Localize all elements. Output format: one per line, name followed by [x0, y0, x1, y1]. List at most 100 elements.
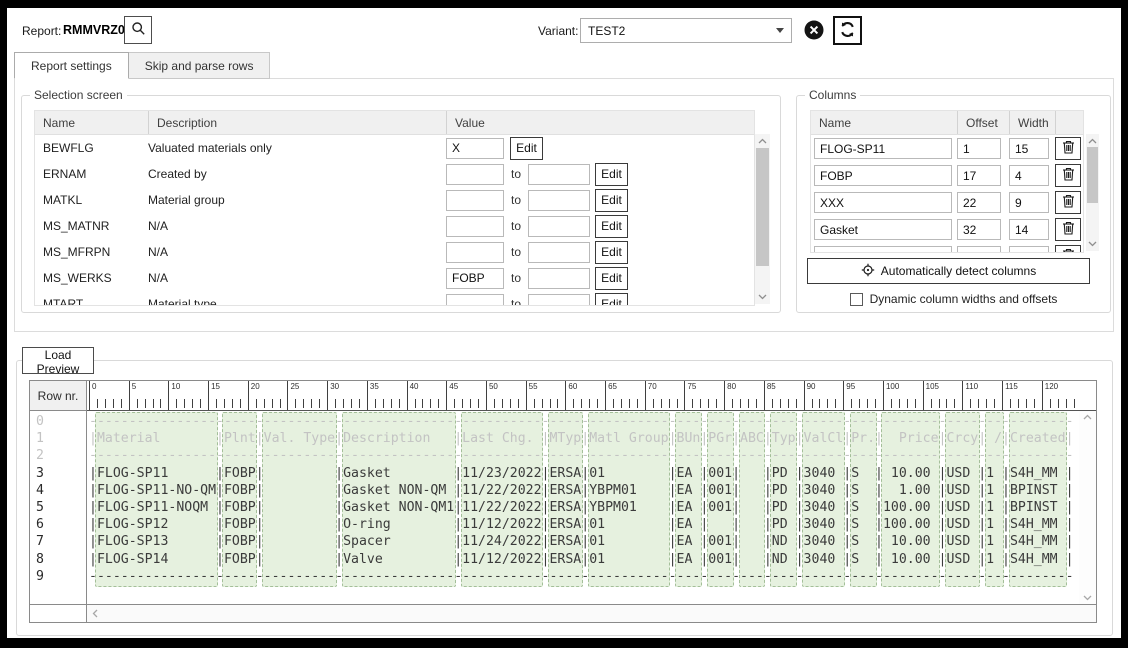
ruler-tick	[669, 399, 670, 408]
value-from-input[interactable]	[446, 268, 504, 289]
scroll-up-icon[interactable]	[1086, 135, 1099, 147]
ruler-tick	[264, 399, 265, 408]
column-offset-input[interactable]	[957, 165, 1001, 186]
ruler-tick	[1010, 399, 1011, 408]
dynamic-widths-checkbox[interactable]	[850, 293, 863, 306]
value-from-input[interactable]	[446, 190, 504, 211]
ruler-label: 70	[648, 382, 657, 391]
ruler-tick	[319, 399, 320, 408]
delete-column-button[interactable]	[1055, 191, 1081, 214]
ruler-tick	[542, 399, 543, 408]
value-from-input[interactable]	[446, 164, 504, 185]
edit-button[interactable]: Edit	[595, 215, 628, 238]
report-search-button[interactable]	[124, 16, 152, 44]
column-offset-input[interactable]	[957, 219, 1001, 240]
ruler-tick	[629, 399, 630, 408]
ruler-label: 80	[727, 382, 736, 391]
delete-column-button[interactable]	[1055, 245, 1081, 252]
ruler-label: 5	[132, 382, 136, 391]
ruler-label: 85	[767, 382, 776, 391]
ruler-major-line	[565, 381, 566, 410]
edit-button[interactable]: Edit	[595, 241, 628, 264]
column-width-input[interactable]	[1009, 165, 1049, 186]
columns-table-row	[811, 243, 1083, 252]
selection-table-scrollbar[interactable]	[755, 134, 770, 304]
scroll-up-icon[interactable]	[755, 135, 770, 147]
column-offset-input[interactable]	[957, 192, 1001, 213]
ruler-tick	[192, 399, 193, 408]
delete-column-button[interactable]	[1055, 137, 1081, 160]
delete-column-button[interactable]	[1055, 164, 1081, 187]
row-number: 6	[30, 516, 86, 533]
preview-horizontal-scrollbar[interactable]	[87, 604, 1096, 622]
value-from-input[interactable]	[446, 294, 504, 306]
delete-column-button[interactable]	[1055, 218, 1081, 241]
value-from-input[interactable]	[446, 138, 504, 159]
selection-table-row: MS_MATNRN/AtoEdit	[35, 213, 754, 239]
edit-button[interactable]: Edit	[595, 163, 628, 186]
ruler-tick	[454, 399, 455, 408]
scroll-up-icon[interactable]	[1079, 414, 1096, 420]
scroll-down-icon[interactable]	[755, 291, 770, 303]
edit-button[interactable]: Edit	[510, 137, 543, 160]
value-from-input[interactable]	[446, 242, 504, 263]
ruler-tick	[557, 399, 558, 408]
ruler-tick	[422, 399, 423, 408]
variant-clear-button[interactable]	[802, 19, 826, 43]
column-name-input[interactable]	[814, 219, 952, 240]
columns-table-row	[811, 189, 1083, 216]
column-width-input[interactable]	[1009, 246, 1049, 252]
tab-strip: Report settings Skip and parse rows	[14, 52, 269, 79]
value-to-input[interactable]	[528, 216, 590, 237]
variant-combobox[interactable]: TEST2	[580, 18, 792, 43]
columns-table-row	[811, 216, 1083, 243]
value-to-input[interactable]	[528, 190, 590, 211]
ruler-tick	[438, 399, 439, 408]
scrollbar-thumb[interactable]	[1087, 147, 1098, 203]
selection-parameter-name: BEWFLG	[35, 141, 148, 155]
column-width-input[interactable]	[1009, 219, 1049, 240]
scrollbar-thumb[interactable]	[756, 148, 769, 266]
column-name-input[interactable]	[814, 246, 952, 252]
value-to-input[interactable]	[528, 294, 590, 306]
edit-button[interactable]: Edit	[595, 293, 628, 306]
value-to-input[interactable]	[528, 268, 590, 289]
value-to-input[interactable]	[528, 164, 590, 185]
column-name-input[interactable]	[814, 138, 952, 159]
tab-report-settings[interactable]: Report settings	[14, 52, 129, 79]
ruler-tick	[915, 399, 916, 408]
ruler-tick	[502, 399, 503, 408]
ruler-major-line	[883, 381, 884, 410]
edit-button[interactable]: Edit	[595, 189, 628, 212]
preview-vertical-scrollbar[interactable]	[1079, 411, 1096, 604]
scroll-left-icon[interactable]	[92, 605, 98, 623]
auto-detect-columns-button[interactable]: Automatically detect columns	[807, 258, 1090, 284]
column-width-input[interactable]	[1009, 138, 1049, 159]
edit-button[interactable]: Edit	[595, 267, 628, 290]
ruler-tick	[907, 399, 908, 408]
columns-table-body	[811, 135, 1083, 252]
columns-table-scrollbar[interactable]	[1086, 134, 1099, 251]
scroll-down-icon[interactable]	[1079, 595, 1096, 601]
ruler-tick	[740, 399, 741, 408]
value-to-input[interactable]	[528, 242, 590, 263]
value-from-input[interactable]	[446, 216, 504, 237]
column-offset-input[interactable]	[957, 138, 1001, 159]
column-name-input[interactable]	[814, 165, 952, 186]
column-width-input[interactable]	[1009, 192, 1049, 213]
ruler-tick	[200, 399, 201, 408]
ruler-tick	[1074, 399, 1075, 408]
ruler-label: 55	[529, 382, 538, 391]
chevron-down-icon[interactable]	[769, 28, 791, 33]
ruler-label: 35	[370, 382, 379, 391]
variant-refresh-button[interactable]	[833, 16, 862, 45]
ruler-tick	[780, 399, 781, 408]
column-name-input[interactable]	[814, 192, 952, 213]
scroll-down-icon[interactable]	[1086, 238, 1099, 250]
load-preview-button[interactable]: Load Preview	[22, 347, 94, 374]
selection-parameter-description: Valuated materials only	[148, 141, 446, 155]
ruler-tick	[240, 399, 241, 408]
tab-skip-and-parse-rows[interactable]: Skip and parse rows	[128, 52, 271, 79]
ruler-major-line	[645, 381, 646, 410]
column-offset-input[interactable]	[957, 246, 1001, 252]
